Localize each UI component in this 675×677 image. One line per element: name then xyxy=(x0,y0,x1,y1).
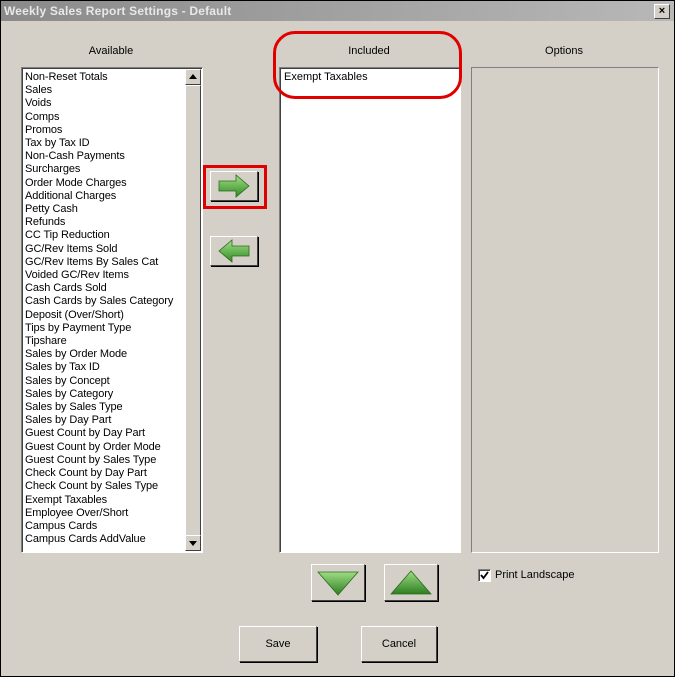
available-item[interactable]: Employee Over/Short xyxy=(25,507,181,520)
available-item[interactable]: Tips by Payment Type xyxy=(25,322,181,335)
available-item[interactable]: Deposit (Over/Short) xyxy=(25,309,181,322)
available-item[interactable]: GC/Rev Items By Sales Cat xyxy=(25,256,181,269)
triangle-down-icon xyxy=(317,571,359,596)
available-item[interactable]: Order Mode Charges xyxy=(25,177,181,190)
available-item[interactable]: Voids xyxy=(25,97,181,110)
move-down-button[interactable] xyxy=(311,564,365,601)
available-item[interactable]: Comps xyxy=(25,111,181,124)
available-list[interactable]: Non-Reset Totals Sales Voids Comps Promos Tax… xyxy=(21,67,203,553)
available-item[interactable]: CC Tip Reduction xyxy=(25,229,181,242)
available-item[interactable]: Sales by Concept xyxy=(25,375,181,388)
move-up-button[interactable] xyxy=(384,564,438,601)
available-item[interactable]: Non-Cash Payments xyxy=(25,150,181,163)
available-item[interactable]: Sales by Order Mode xyxy=(25,348,181,361)
scroll-thumb[interactable] xyxy=(185,85,201,537)
options-panel xyxy=(471,67,659,553)
available-item[interactable]: Sales by Day Part xyxy=(25,414,181,427)
available-item[interactable]: Voided GC/Rev Items xyxy=(25,269,181,282)
print-landscape-label[interactable]: Print Landscape xyxy=(495,569,575,581)
close-button[interactable]: × xyxy=(654,4,670,19)
save-button[interactable]: Save xyxy=(239,626,317,662)
scroll-up-button[interactable] xyxy=(185,69,201,85)
print-landscape-checkbox[interactable] xyxy=(478,569,491,582)
available-item[interactable]: Tax by Tax ID xyxy=(25,137,181,150)
available-item[interactable]: Tipshare xyxy=(25,335,181,348)
settings-dialog: Weekly Sales Report Settings - Default ×… xyxy=(0,0,675,677)
available-item[interactable]: Guest Count by Day Part xyxy=(25,427,181,440)
title-bar[interactable]: Weekly Sales Report Settings - Default × xyxy=(1,1,674,21)
available-item[interactable]: Promos xyxy=(25,124,181,137)
remove-button[interactable] xyxy=(210,236,258,266)
add-button[interactable] xyxy=(210,171,258,201)
included-highlight xyxy=(273,31,462,99)
scroll-down-icon xyxy=(189,541,197,546)
available-item[interactable]: Guest Count by Sales Type xyxy=(25,454,181,467)
available-item[interactable]: Additional Charges xyxy=(25,190,181,203)
available-item[interactable]: Petty Cash xyxy=(25,203,181,216)
available-item[interactable]: Campus Cards AddValue xyxy=(25,533,181,546)
triangle-up-icon xyxy=(390,570,432,595)
available-items: Non-Reset Totals Sales Voids Comps Promos Tax… xyxy=(25,71,181,546)
available-item[interactable]: Refunds xyxy=(25,216,181,229)
arrow-right-icon xyxy=(218,174,250,198)
available-item[interactable]: Surcharges xyxy=(25,163,181,176)
scroll-down-button[interactable] xyxy=(185,535,201,551)
available-item[interactable]: Non-Reset Totals xyxy=(25,71,181,84)
available-item[interactable]: Cash Cards by Sales Category xyxy=(25,295,181,308)
close-icon: × xyxy=(658,5,666,17)
available-scrollbar[interactable] xyxy=(185,69,201,551)
available-item[interactable]: Check Count by Day Part xyxy=(25,467,181,480)
available-item[interactable]: Sales by Sales Type xyxy=(25,401,181,414)
available-item[interactable]: Campus Cards xyxy=(25,520,181,533)
available-item[interactable]: Sales by Tax ID xyxy=(25,361,181,374)
window-title: Weekly Sales Report Settings - Default xyxy=(4,4,232,18)
arrow-left-icon xyxy=(218,239,250,263)
options-header: Options xyxy=(545,45,583,57)
available-item[interactable]: Sales xyxy=(25,84,181,97)
available-item[interactable]: Check Count by Sales Type xyxy=(25,480,181,493)
available-item[interactable]: Cash Cards Sold xyxy=(25,282,181,295)
included-list[interactable]: Exempt Taxables xyxy=(279,67,461,553)
available-item[interactable]: Guest Count by Order Mode xyxy=(25,441,181,454)
cancel-button[interactable]: Cancel xyxy=(361,626,437,662)
available-item[interactable]: GC/Rev Items Sold xyxy=(25,243,181,256)
checkmark-icon xyxy=(480,571,489,580)
scroll-up-icon xyxy=(189,74,197,79)
available-item[interactable]: Sales by Category xyxy=(25,388,181,401)
available-header: Available xyxy=(88,45,134,57)
available-item[interactable]: Exempt Taxables xyxy=(25,494,181,507)
